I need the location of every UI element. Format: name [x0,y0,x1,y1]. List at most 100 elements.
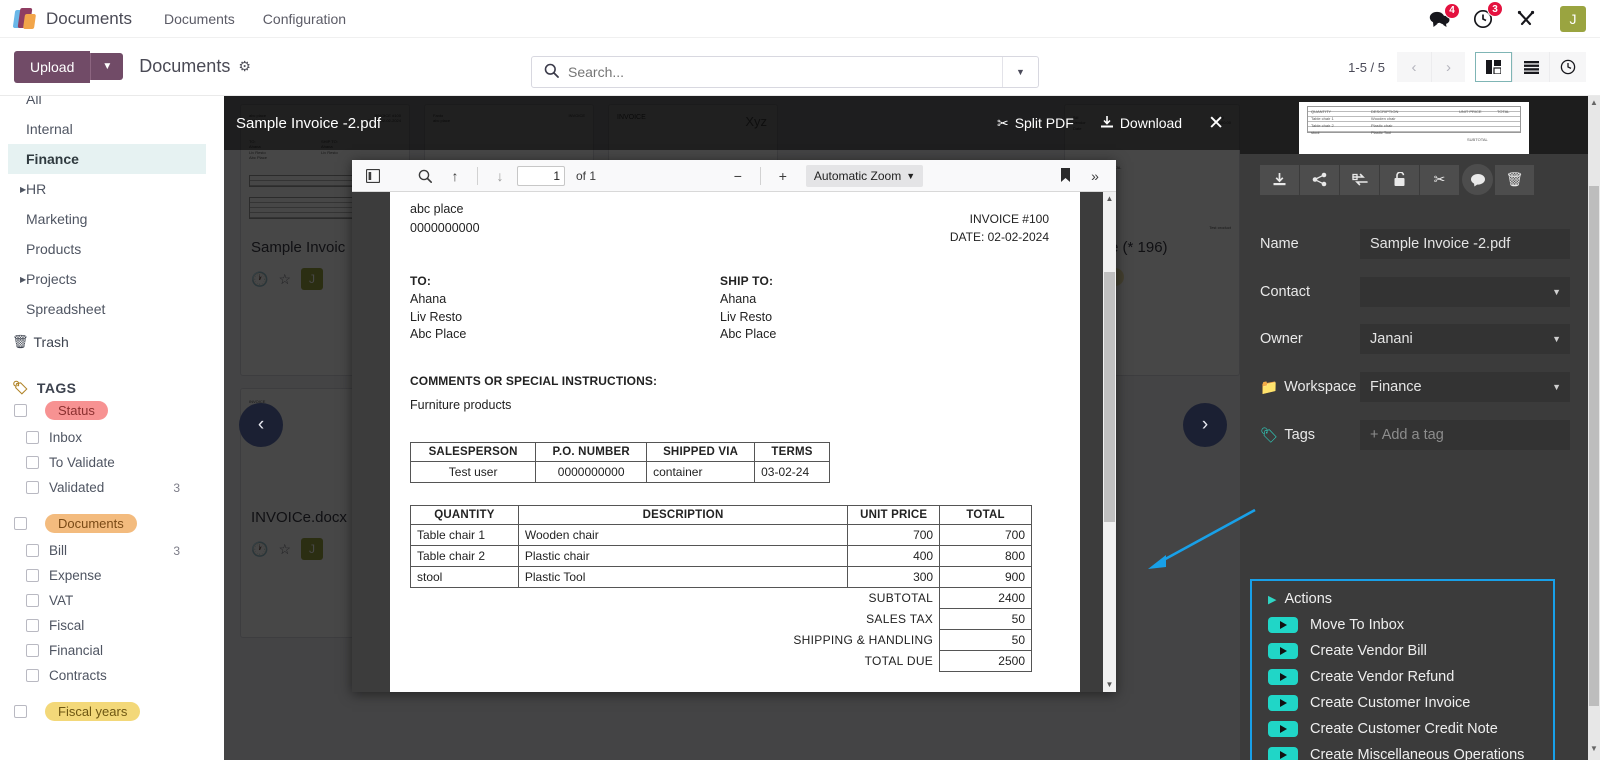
document-preview-thumbnail[interactable]: QUANTITY DESCRIPTION UNIT PRICE TOTAL Ta… [1240,96,1588,154]
tag-item-inbox[interactable]: Inbox [0,425,224,450]
tag-item-bill[interactable]: Bill 3 [0,538,224,563]
search-input[interactable] [568,64,1002,80]
upload-dropdown-caret-icon[interactable]: ▼ [90,53,124,80]
preview-previous-button[interactable]: ‹ [239,403,283,447]
preview-next-button[interactable]: › [1183,403,1227,447]
delete-icon[interactable]: 🗑 [1495,164,1535,195]
pdf-previous-page-icon[interactable]: ↑ [442,164,468,188]
checkbox-fiscal-years[interactable] [14,705,27,718]
sidebar-item-marketing[interactable]: Marketing [0,204,224,234]
tag-item-validated[interactable]: Validated 3 [0,475,224,500]
checkbox-fiscal[interactable] [26,619,39,632]
pager-previous-button[interactable]: ‹ [1397,52,1431,82]
scissors-icon[interactable]: ✂ [1420,164,1460,195]
tag-group-documents[interactable]: Documents [0,509,224,538]
comment-icon[interactable] [1462,164,1493,195]
upload-button[interactable]: Upload [14,50,91,83]
pdf-scroll-down-arrow-icon[interactable]: ▼ [1103,680,1116,689]
chevron-right-icon[interactable]: ▶ [20,185,26,194]
pdf-zoom-in-icon[interactable]: + [770,164,796,188]
sidebar-item-hr[interactable]: ▶ HR [0,174,224,204]
sidebar-item-products[interactable]: Products [0,234,224,264]
user-avatar[interactable]: J [1560,5,1586,32]
field-input-contact[interactable]: ▼ [1360,277,1570,307]
replace-icon[interactable] [1340,164,1380,195]
checkbox-validated[interactable] [26,481,39,494]
sidebar-item-internal[interactable]: Internal [0,114,224,144]
checkbox-financial[interactable] [26,644,39,657]
gear-icon[interactable]: ⚙ [238,58,251,75]
sidebar-item-trash[interactable]: 🗑 Trash [0,326,224,358]
action-create-customer-credit-note[interactable]: Create Customer Credit Note [1268,721,1553,737]
messages-icon[interactable]: 4 [1429,2,1460,28]
field-input-name[interactable]: Sample Invoice -2.pdf [1360,229,1570,259]
checkbox-documents[interactable] [14,517,27,530]
pdf-scroll-thumb[interactable] [1104,272,1115,522]
share-icon[interactable] [1300,164,1340,195]
tag-item-to-validate[interactable]: To Validate [0,450,224,475]
sidebar-item-projects[interactable]: ▶ Projects [0,264,224,294]
activities-clock-icon[interactable]: 3 [1473,1,1503,29]
view-kanban-button[interactable] [1475,52,1512,82]
pdf-bookmark-icon[interactable] [1052,164,1078,188]
chevron-right-icon[interactable]: ▶ [20,275,26,284]
tag-group-status[interactable]: Status [0,396,224,425]
panel-scroll-thumb[interactable] [1589,186,1599,706]
pager-next-button[interactable]: › [1431,52,1465,82]
tag-item-contracts[interactable]: Contracts [0,663,224,688]
action-create-vendor-bill[interactable]: Create Vendor Bill [1268,643,1553,659]
checkbox-bill[interactable] [26,544,39,557]
action-create-vendor-refund[interactable]: Create Vendor Refund [1268,669,1553,685]
pdf-page-input[interactable] [517,165,565,186]
pdf-more-tools-icon[interactable]: » [1082,164,1108,188]
tag-item-expense[interactable]: Expense [0,563,224,588]
search-box[interactable]: ▼ [531,56,1039,88]
field-input-tags[interactable]: + Add a tag [1360,420,1570,450]
download-button[interactable]: Download [1100,115,1182,132]
action-create-customer-invoice[interactable]: Create Customer Invoice [1268,695,1553,711]
download-icon[interactable] [1260,164,1300,195]
split-pdf-button[interactable]: ✂ Split PDF [997,115,1074,132]
pdf-search-icon[interactable] [412,164,438,188]
scroll-up-arrow-icon[interactable]: ▲ [1588,98,1600,107]
sidebar-item-all[interactable]: All [0,96,224,114]
panel-scrollbar[interactable]: ▲ ▼ [1588,96,1600,760]
checkbox-contracts[interactable] [26,669,39,682]
settings-tools-icon[interactable] [1516,9,1536,29]
view-activity-button[interactable] [1549,52,1586,82]
checkbox-inbox[interactable] [26,431,39,444]
field-input-owner[interactable]: Janani ▼ [1360,324,1570,354]
sidebar-item-finance[interactable]: Finance [8,144,206,174]
pdf-scrollbar[interactable]: ▲ ▼ [1103,192,1116,692]
navbar-menu-documents[interactable]: Documents [164,11,235,27]
table-row: Table chair 1 Wooden chair 700 700 [410,524,1032,546]
pdf-zoom-out-icon[interactable]: − [725,164,751,188]
scroll-down-arrow-icon[interactable]: ▼ [1588,744,1600,753]
tag-item-vat[interactable]: VAT [0,588,224,613]
tag-group-fiscal-years[interactable]: Fiscal years [0,697,224,726]
action-move-to-inbox[interactable]: Move To Inbox [1268,617,1553,633]
odoo-logo-icon[interactable] [12,7,37,30]
field-input-workspace[interactable]: Finance ▼ [1360,372,1570,402]
sidebar-toggle-icon[interactable] [360,164,386,188]
search-dropdown-toggle[interactable]: ▼ [1002,57,1038,87]
chevron-down-icon[interactable]: ▼ [1552,334,1561,344]
close-preview-button[interactable]: ✕ [1208,112,1224,135]
tag-item-fiscal[interactable]: Fiscal [0,613,224,638]
sidebar-item-spreadsheet[interactable]: Spreadsheet [0,294,224,324]
actions-title-row[interactable]: ▶ Actions [1268,591,1553,607]
checkbox-to-validate[interactable] [26,456,39,469]
checkbox-expense[interactable] [26,569,39,582]
chevron-down-icon[interactable]: ▼ [1552,287,1561,297]
checkbox-status[interactable] [14,404,27,417]
tag-item-financial[interactable]: Financial [0,638,224,663]
chevron-down-icon[interactable]: ▼ [1552,382,1561,392]
pdf-scroll-up-arrow-icon[interactable]: ▲ [1103,194,1116,203]
navbar-menu-configuration[interactable]: Configuration [263,11,346,27]
checkbox-vat[interactable] [26,594,39,607]
view-list-button[interactable] [1512,52,1549,82]
lock-icon[interactable] [1380,164,1420,195]
pdf-next-page-icon[interactable]: ↓ [487,164,513,188]
action-create-miscellaneous-operations[interactable]: Create Miscellaneous Operations [1268,747,1553,760]
pdf-zoom-select[interactable]: Automatic Zoom ▼ [805,164,924,187]
